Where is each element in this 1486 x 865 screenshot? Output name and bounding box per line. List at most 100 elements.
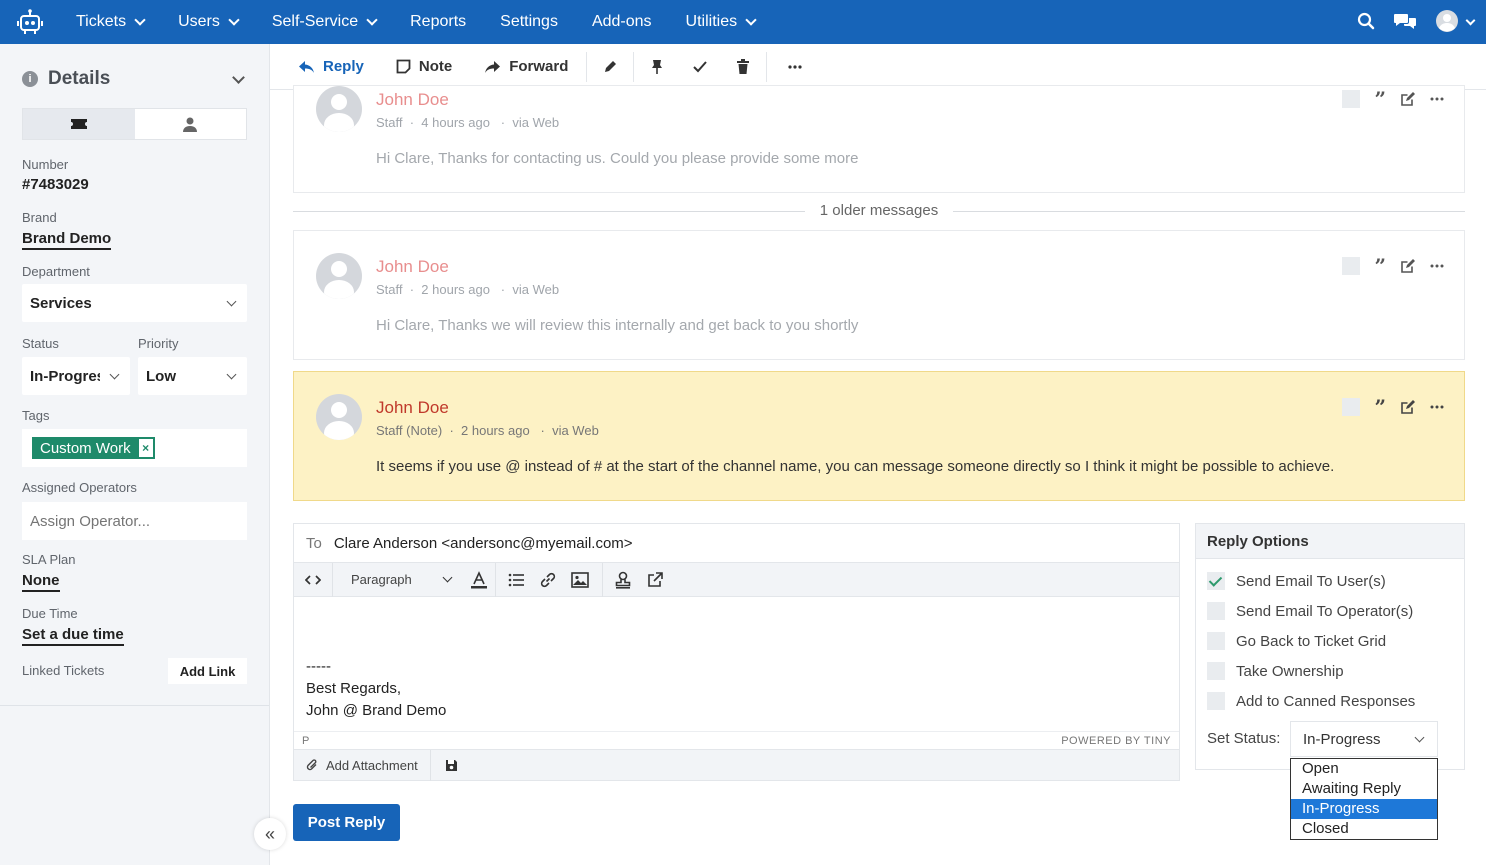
option-send-email-users[interactable]: Send Email To User(s) [1207, 572, 1386, 590]
delete-button[interactable] [720, 44, 766, 90]
forward-icon [485, 60, 501, 73]
quote-icon[interactable]: ” [1374, 397, 1386, 417]
chevron-down-icon [366, 13, 378, 26]
attachment-bar: Add Attachment [294, 749, 1179, 781]
paperclip-icon [306, 759, 317, 771]
message-actions: ” [1342, 256, 1444, 276]
ticket-toolbar: Reply Note Forward [270, 44, 1486, 90]
message-author[interactable]: John Doe [376, 90, 449, 110]
bullet-list-icon[interactable] [500, 563, 532, 597]
chat-icon[interactable] [1393, 11, 1417, 34]
status-option-closed[interactable]: Closed [1291, 819, 1437, 839]
older-messages-toggle[interactable]: 1 older messages [293, 201, 1465, 221]
status-option-in-progress[interactable]: In-Progress [1291, 799, 1437, 819]
option-take-ownership[interactable]: Take Ownership [1207, 662, 1344, 680]
edit-icon[interactable] [1400, 258, 1416, 274]
option-go-back-grid[interactable]: Go Back to Ticket Grid [1207, 632, 1386, 650]
option-send-email-operators[interactable]: Send Email To Operator(s) [1207, 602, 1413, 620]
message-actions: ” [1342, 397, 1444, 417]
sla-link[interactable]: None [22, 572, 60, 592]
nav-add-ons[interactable]: Add-ons [592, 0, 652, 44]
status-option-awaiting-reply[interactable]: Awaiting Reply [1291, 779, 1437, 799]
element-path[interactable]: P [302, 735, 309, 747]
avatar [316, 394, 362, 440]
status-select[interactable]: In-Progress [22, 357, 130, 395]
text-color-icon[interactable] [463, 563, 495, 597]
due-time-link[interactable]: Set a due time [22, 626, 124, 646]
more-icon [788, 64, 802, 69]
source-code-icon[interactable] [294, 563, 332, 597]
status-option-open[interactable]: Open [1291, 759, 1437, 779]
department-select[interactable]: Services [22, 284, 247, 322]
older-messages-text: 1 older messages [819, 202, 939, 219]
nav-reports[interactable]: Reports [410, 0, 466, 44]
option-add-canned[interactable]: Add to Canned Responses [1207, 692, 1415, 710]
quote-icon[interactable]: ” [1374, 89, 1386, 109]
message-select-checkbox[interactable] [1342, 398, 1361, 416]
priority-select[interactable]: Low [138, 357, 247, 395]
tags-input[interactable]: Custom Work × [22, 429, 247, 467]
add-attachment-button[interactable]: Add Attachment [294, 749, 431, 781]
chevron-down-icon [226, 369, 237, 380]
checkbox-checked[interactable] [1207, 572, 1225, 590]
forward-button[interactable]: Forward [484, 44, 568, 90]
paragraph-format-select[interactable]: Paragraph [333, 563, 463, 597]
add-link-button[interactable]: Add Link [168, 658, 247, 684]
resolve-button[interactable] [680, 44, 720, 90]
checkbox[interactable] [1207, 692, 1225, 710]
recipient-value: Clare Anderson <andersonc@myemail.com> [333, 534, 633, 552]
tab-user[interactable] [135, 109, 247, 139]
more-icon[interactable] [1430, 405, 1444, 409]
edit-icon[interactable] [1400, 91, 1416, 107]
post-reply-button[interactable]: Post Reply [293, 804, 400, 841]
collapse-sidebar-icon[interactable]: « [254, 818, 286, 850]
checkbox[interactable] [1207, 632, 1225, 650]
save-draft-icon[interactable] [431, 750, 472, 781]
checkbox[interactable] [1207, 602, 1225, 620]
reply-button[interactable]: Reply [298, 44, 364, 90]
note-icon [396, 59, 411, 74]
message-select-checkbox[interactable] [1342, 90, 1361, 108]
message-author[interactable]: John Doe [376, 398, 449, 418]
message-meta: Staff · 4 hours ago · via Web [376, 115, 560, 130]
powered-by-tiny[interactable]: POWERED BY TINY [1061, 735, 1171, 747]
recipient-row[interactable]: To Clare Anderson <andersonc@myemail.com… [294, 524, 1179, 563]
image-icon[interactable] [564, 563, 596, 597]
stamp-icon[interactable] [607, 563, 639, 597]
chevron-down-icon[interactable] [1465, 15, 1476, 25]
message-select-checkbox[interactable] [1342, 257, 1361, 275]
user-avatar-icon[interactable] [1435, 9, 1459, 36]
message-author[interactable]: John Doe [376, 257, 449, 277]
ticket-icon [70, 119, 87, 129]
more-icon[interactable] [1430, 264, 1444, 268]
nav-tickets[interactable]: Tickets [76, 0, 146, 44]
checkbox[interactable] [1207, 662, 1225, 680]
to-label: To [306, 534, 322, 552]
nav-utilities[interactable]: Utilities [686, 0, 757, 44]
link-icon[interactable] [532, 563, 564, 597]
chevron-down-icon[interactable] [232, 71, 245, 84]
logo-robot-icon[interactable] [0, 0, 60, 44]
chevron-down-icon [109, 369, 120, 380]
quote-icon[interactable]: ” [1374, 256, 1386, 276]
details-header[interactable]: i Details [22, 68, 110, 90]
nav-self-service[interactable]: Self-Service [272, 0, 378, 44]
assign-operator-input[interactable] [22, 502, 247, 540]
pin-button[interactable] [634, 44, 680, 90]
nav-settings[interactable]: Settings [500, 0, 558, 44]
details-panel: i Details Number #7483029 Brand Brand De… [0, 44, 269, 706]
brand-link[interactable]: Brand Demo [22, 230, 112, 250]
nav-users[interactable]: Users [178, 0, 240, 44]
external-link-icon[interactable] [639, 563, 671, 597]
more-icon[interactable] [1430, 97, 1444, 101]
search-icon[interactable] [1357, 12, 1375, 33]
linked-tickets-label: Linked Tickets [22, 663, 105, 678]
edit-icon[interactable] [1400, 399, 1416, 415]
more-button[interactable] [767, 44, 823, 90]
set-status-select[interactable]: In-Progress [1290, 721, 1438, 757]
edit-button[interactable] [587, 44, 633, 90]
editor-body[interactable]: ----- Best Regards, John @ Brand Demo [306, 656, 446, 722]
note-button[interactable]: Note [396, 44, 452, 90]
tab-ticket[interactable] [23, 109, 135, 139]
remove-tag-icon[interactable]: × [138, 439, 153, 457]
